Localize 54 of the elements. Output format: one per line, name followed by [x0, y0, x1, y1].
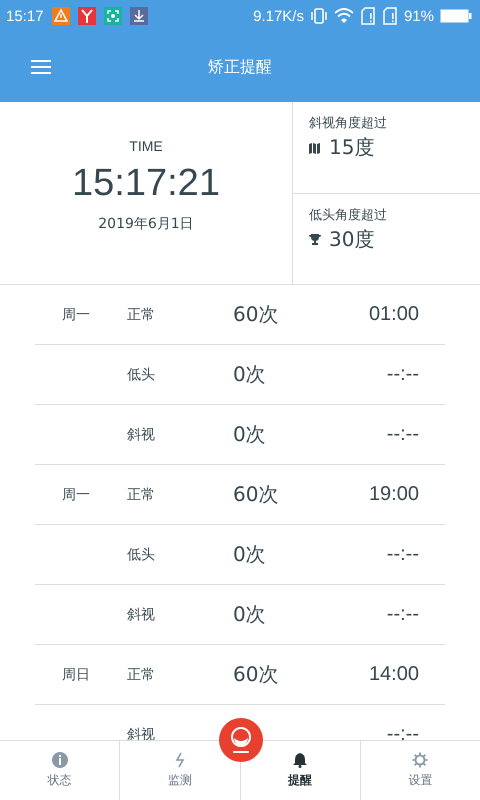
record-type: 正常: [126, 666, 156, 684]
scan-icon: [104, 7, 122, 25]
threshold-label: 低头角度超过: [309, 206, 388, 224]
record-count: 0次: [233, 541, 267, 568]
day-label: 周一: [61, 306, 91, 324]
threshold-value: 30度: [329, 226, 374, 252]
clock-time: 15:17:21: [72, 162, 220, 205]
record-count: 0次: [233, 601, 267, 628]
record-type: 低头: [126, 366, 156, 384]
record-type: 斜视: [126, 426, 156, 444]
record-time: 01:00: [368, 303, 420, 326]
battery-icon: [440, 9, 472, 23]
record-type: 正常: [126, 306, 156, 324]
sim-card-icon: [382, 7, 398, 25]
wifi-icon: [334, 8, 354, 24]
record-time: --:--: [386, 363, 420, 386]
bell-icon: [293, 752, 308, 768]
day-label: 周日: [61, 666, 91, 684]
time-label: TIME: [129, 138, 163, 154]
day-label: 周一: [61, 486, 91, 504]
battery-percent: 91%: [404, 8, 434, 24]
trophy-icon: [309, 233, 321, 245]
record-count: 0次: [233, 361, 267, 388]
record-count: 60次: [233, 661, 280, 688]
record-count: 60次: [233, 481, 280, 508]
record-type: 低头: [126, 546, 156, 564]
download-icon: [130, 7, 148, 25]
record-type: 正常: [126, 486, 156, 504]
record-type: 斜视: [126, 726, 156, 740]
info-icon: [52, 752, 68, 768]
record-count: 60次: [233, 301, 280, 328]
app-title: 矫正提醒: [207, 56, 273, 78]
record-time: --:--: [386, 723, 420, 740]
record-time: --:--: [386, 543, 420, 566]
threshold-value: 15度: [329, 134, 374, 161]
lightning-icon: [174, 752, 185, 768]
record-time: --:--: [386, 603, 420, 626]
record-time: --:--: [386, 423, 420, 446]
assistant-button[interactable]: [219, 718, 263, 762]
status-time: 15:17: [6, 8, 44, 24]
record-time: 14:00: [368, 663, 420, 686]
settings-icon: [412, 752, 428, 768]
app-notification-icon: [78, 7, 96, 25]
warning-icon: [52, 7, 70, 25]
record-count: 0次: [233, 421, 267, 448]
network-speed: 9.17K/s: [253, 8, 304, 24]
clock-date: 2019年6月1日: [98, 215, 194, 233]
sim-card-icon: [360, 7, 376, 25]
map-icon: [309, 142, 321, 154]
vibrate-icon: [310, 8, 328, 24]
record-time: 19:00: [368, 483, 420, 506]
menu-icon[interactable]: [31, 59, 51, 75]
record-type: 斜视: [126, 606, 156, 624]
threshold-label: 斜视角度超过: [309, 115, 388, 132]
